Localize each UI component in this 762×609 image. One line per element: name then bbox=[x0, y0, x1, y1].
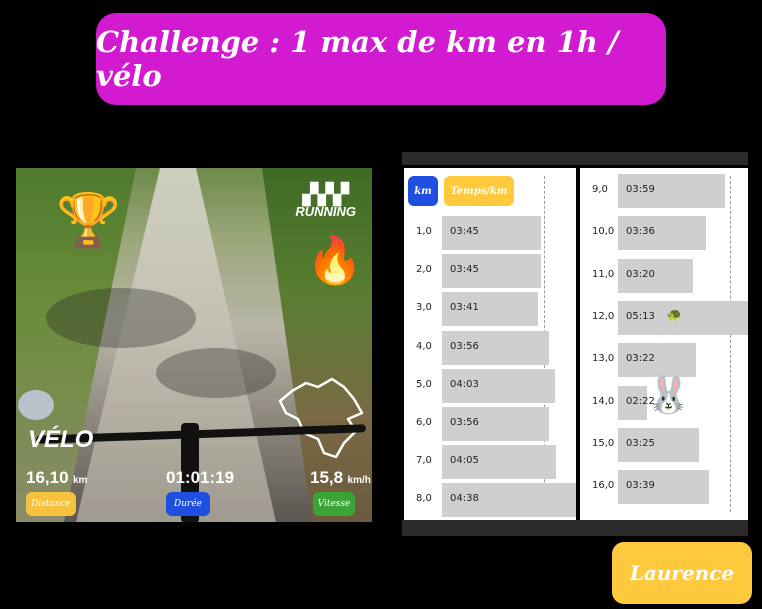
split-row: 15,0 03:25 bbox=[580, 426, 748, 464]
split-km: 8,0 bbox=[416, 493, 432, 505]
split-row: 9,0 03:59 bbox=[580, 172, 748, 210]
tree-shadow bbox=[156, 348, 276, 398]
speed-label: Vitesse bbox=[317, 499, 351, 509]
distance-label: Distance bbox=[31, 499, 71, 509]
split-row: 2,0 03:45 bbox=[404, 252, 576, 290]
turtle-icon: 🐢 bbox=[666, 306, 683, 322]
route-map-outline-icon bbox=[278, 377, 364, 459]
split-km: 1,0 bbox=[416, 226, 432, 237]
fire-icon: 🔥 bbox=[306, 234, 364, 286]
split-time: 03:39 bbox=[626, 480, 655, 492]
split-time: 03:20 bbox=[626, 268, 655, 280]
duration-stat: 01:01:19 bbox=[166, 468, 234, 488]
splits-header-time: Temps/km bbox=[444, 176, 514, 206]
participant-badge: Laurence bbox=[612, 542, 752, 604]
bike-bell bbox=[18, 390, 54, 420]
split-km: 3,0 bbox=[416, 302, 432, 314]
split-time: 03:36 bbox=[626, 226, 655, 238]
challenge-title: Challenge : 1 max de km en 1h / vélo bbox=[96, 25, 619, 93]
challenge-title-banner: Challenge : 1 max de km en 1h / vélo bbox=[96, 13, 666, 105]
splits-column-right: 9,0 03:59 10,0 03:36 11,0 03:20 12,0 05:13 🐢 13,0… bbox=[580, 168, 748, 520]
split-km: 15,0 bbox=[592, 437, 615, 449]
rabbit-icon: 🐰 bbox=[646, 374, 691, 415]
split-km: 10,0 bbox=[592, 226, 615, 238]
split-time: 03:56 bbox=[450, 340, 479, 352]
brand-name: RUNNING bbox=[295, 204, 356, 219]
split-km: 6,0 bbox=[416, 417, 432, 428]
split-km: 5,0 bbox=[416, 378, 432, 390]
split-time: 03:22 bbox=[626, 353, 655, 365]
distance-stat: 16,10 km bbox=[26, 468, 87, 488]
split-row: 8,0 04:38 bbox=[404, 481, 576, 519]
speed-stat: 15,8 km/h bbox=[310, 468, 371, 488]
brand-badge: ▞▞▞ RUNNING bbox=[295, 184, 356, 219]
split-row: 16,0 03:39 bbox=[580, 468, 748, 506]
split-row: 6,0 03:56 bbox=[404, 405, 576, 443]
split-km: 11,0 bbox=[592, 268, 615, 280]
distance-label-pill: Distance bbox=[26, 492, 76, 516]
split-row: 4,0 03:56 bbox=[404, 329, 576, 367]
distance-value: 16,10 bbox=[26, 468, 69, 487]
distance-unit: km bbox=[73, 475, 88, 486]
speed-label-pill: Vitesse bbox=[313, 492, 355, 516]
split-km: 9,0 bbox=[592, 184, 608, 195]
tree-shadow bbox=[46, 288, 196, 348]
split-time: 05:13 bbox=[626, 310, 655, 322]
split-time: 03:41 bbox=[450, 302, 479, 314]
split-time: 03:45 bbox=[450, 226, 479, 237]
split-km: 7,0 bbox=[416, 455, 432, 467]
participant-name: Laurence bbox=[629, 561, 735, 585]
split-row: 1,0 03:45 bbox=[404, 214, 576, 252]
split-km: 14,0 bbox=[592, 395, 615, 407]
splits-header-km-label: km bbox=[414, 185, 432, 197]
split-km: 13,0 bbox=[592, 353, 615, 365]
split-km: 2,0 bbox=[416, 264, 432, 276]
splits-header-km: km bbox=[408, 176, 438, 206]
split-time: 04:03 bbox=[450, 378, 479, 390]
splits-header-time-label: Temps/km bbox=[450, 185, 508, 197]
split-time: 03:45 bbox=[450, 264, 479, 276]
split-time: 04:38 bbox=[450, 493, 479, 505]
split-time: 04:05 bbox=[450, 455, 479, 467]
splits-bottom-bar bbox=[402, 520, 748, 536]
split-km: 4,0 bbox=[416, 340, 432, 352]
duration-value: 01:01:19 bbox=[166, 468, 235, 487]
activity-photo: 🏆 🔥 ▞▞▞ RUNNING VÉLO 16,10 km Distance 0… bbox=[16, 168, 372, 522]
split-time: 03:59 bbox=[626, 184, 655, 195]
split-row: 12,0 05:13 🐢 bbox=[580, 299, 748, 337]
split-row: 3,0 03:41 bbox=[404, 290, 576, 328]
split-km: 12,0 bbox=[592, 310, 615, 322]
splits-column-left: km Temps/km 1,0 03:45 2,0 03:45 3,0 03:41 4,0 0… bbox=[404, 168, 576, 520]
adidas-logo-icon: ▞▞▞ bbox=[302, 184, 349, 206]
trophy-icon: 🏆 bbox=[56, 192, 121, 250]
duration-label-pill: Durée bbox=[166, 492, 210, 516]
sport-label: VÉLO bbox=[28, 426, 94, 453]
speed-value: 15,8 bbox=[310, 468, 344, 487]
splits-top-bar bbox=[402, 152, 748, 165]
split-row: 10,0 03:36 bbox=[580, 214, 748, 252]
split-row: 7,0 04:05 bbox=[404, 443, 576, 481]
split-time: 03:56 bbox=[450, 417, 479, 428]
duration-label: Durée bbox=[174, 499, 202, 509]
split-row: 5,0 04:03 bbox=[404, 367, 576, 405]
split-row: 11,0 03:20 bbox=[580, 257, 748, 295]
split-km: 16,0 bbox=[592, 480, 615, 492]
speed-unit: km/h bbox=[347, 475, 371, 486]
split-time: 03:25 bbox=[626, 437, 655, 449]
